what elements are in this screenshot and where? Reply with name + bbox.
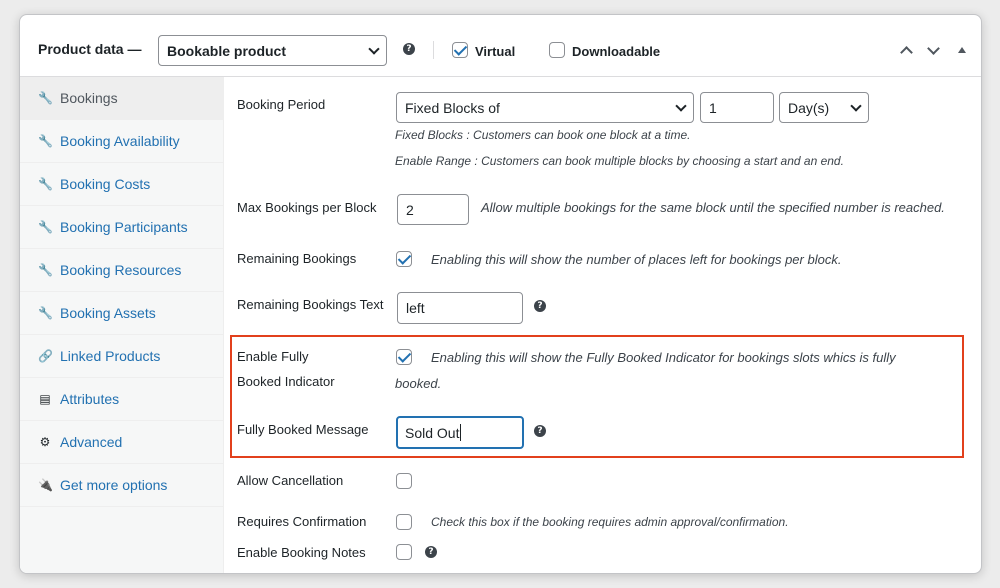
booking-period-type-value: Fixed Blocks of xyxy=(405,99,500,116)
fully-booked-indicator-desc-1: Enabling this will show the Fully Booked… xyxy=(431,350,896,365)
booking-notes-checkbox[interactable] xyxy=(396,544,412,560)
tab-label: Bookings xyxy=(60,90,118,106)
tab-booking-assets[interactable]: 🔧 Booking Assets xyxy=(20,292,224,335)
tab-linked-products[interactable]: 🔗 Linked Products xyxy=(20,335,224,378)
remaining-bookings-checkbox[interactable] xyxy=(396,251,412,267)
fully-booked-message-value: Sold Out xyxy=(405,424,460,441)
tab-label: Linked Products xyxy=(60,348,161,364)
tab-bookings[interactable]: 🔧 Bookings xyxy=(20,77,224,120)
chevron-down-icon xyxy=(850,99,862,112)
requires-confirmation-desc: Check this box if the booking requires a… xyxy=(431,515,789,529)
product-data-header: Product data — Bookable product ? Virtua… xyxy=(20,15,981,77)
booking-period-desc-1: Fixed Blocks : Customers can book one bl… xyxy=(395,128,691,142)
booking-period-type-select[interactable]: Fixed Blocks of xyxy=(396,92,694,123)
booking-period-number-value: 1 xyxy=(709,99,717,116)
fully-booked-indicator-label-2: Booked Indicator xyxy=(237,374,335,389)
booking-period-unit-select[interactable]: Day(s) xyxy=(779,92,869,123)
tab-get-more-options[interactable]: 🔌 Get more options xyxy=(20,464,224,507)
wrench-icon: 🔧 xyxy=(38,220,53,234)
tab-label: Booking Costs xyxy=(60,176,151,192)
fully-booked-indicator-desc-2: booked. xyxy=(395,376,442,391)
remaining-text-label: Remaining Bookings Text xyxy=(237,297,384,312)
plugin-icon: 🔌 xyxy=(38,478,53,492)
booking-period-desc-2: Enable Range : Customers can book multip… xyxy=(395,154,844,168)
gear-icon: ⚙ xyxy=(39,435,51,449)
text-caret xyxy=(460,424,462,441)
tab-label: Attributes xyxy=(60,391,120,407)
virtual-checkbox[interactable] xyxy=(452,42,468,58)
fully-booked-indicator-label-1: Enable Fully xyxy=(237,349,309,364)
max-bookings-value: 2 xyxy=(406,201,414,218)
remaining-bookings-desc: Enabling this will show the number of pl… xyxy=(431,252,842,267)
help-icon[interactable]: ? xyxy=(403,43,415,55)
tab-booking-availability[interactable]: 🔧 Booking Availability xyxy=(20,120,224,163)
fully-booked-message-input[interactable]: Sold Out xyxy=(396,416,524,449)
wrench-icon: 🔧 xyxy=(38,134,53,148)
allow-cancellation-checkbox[interactable] xyxy=(396,473,412,489)
requires-confirmation-label: Requires Confirmation xyxy=(237,514,367,529)
product-type-value: Bookable product xyxy=(167,42,287,59)
tab-label: Get more options xyxy=(60,477,168,493)
chevron-down-icon xyxy=(368,42,380,55)
divider xyxy=(433,41,434,59)
wrench-icon: 🔧 xyxy=(38,177,53,191)
booking-period-number-input[interactable]: 1 xyxy=(700,92,774,123)
downloadable-checkbox[interactable] xyxy=(549,42,565,58)
list-icon: ▤ xyxy=(39,392,51,406)
max-bookings-desc: Allow multiple bookings for the same blo… xyxy=(481,200,945,215)
downloadable-label: Downloadable xyxy=(572,44,661,59)
allow-cancellation-label: Allow Cancellation xyxy=(237,473,344,488)
fully-booked-indicator-checkbox[interactable] xyxy=(396,349,412,365)
remaining-bookings-label: Remaining Bookings xyxy=(237,251,357,266)
product-data-panel: Product data — Bookable product ? Virtua… xyxy=(19,14,982,574)
booking-period-label: Booking Period xyxy=(237,97,326,112)
tab-booking-participants[interactable]: 🔧 Booking Participants xyxy=(20,206,224,249)
requires-confirmation-checkbox[interactable] xyxy=(396,514,412,530)
remaining-text-value: left xyxy=(406,300,425,316)
wrench-icon: 🔧 xyxy=(38,91,53,105)
move-up-icon[interactable] xyxy=(900,46,913,59)
chevron-down-icon xyxy=(675,99,687,112)
wrench-icon: 🔧 xyxy=(38,263,53,277)
help-icon[interactable]: ? xyxy=(534,300,546,312)
wrench-icon: 🔧 xyxy=(38,306,53,320)
max-bookings-label: Max Bookings per Block xyxy=(237,200,377,215)
tab-advanced[interactable]: ⚙ Advanced xyxy=(20,421,224,464)
tab-booking-costs[interactable]: 🔧 Booking Costs xyxy=(20,163,224,206)
panel-title: Product data — xyxy=(38,41,142,57)
virtual-label: Virtual xyxy=(475,44,516,59)
help-icon[interactable]: ? xyxy=(425,546,437,558)
tab-attributes[interactable]: ▤ Attributes xyxy=(20,378,224,421)
help-icon[interactable]: ? xyxy=(534,425,546,437)
tab-booking-resources[interactable]: 🔧 Booking Resources xyxy=(20,249,224,292)
booking-period-unit-value: Day(s) xyxy=(788,99,830,116)
max-bookings-input[interactable]: 2 xyxy=(397,194,469,225)
remaining-text-input[interactable]: left xyxy=(397,292,523,324)
tab-label: Booking Availability xyxy=(60,133,180,149)
tab-label: Booking Resources xyxy=(60,262,182,278)
tab-label: Booking Participants xyxy=(60,219,188,235)
move-down-icon[interactable] xyxy=(927,42,940,55)
tab-label: Advanced xyxy=(60,434,123,450)
link-icon: 🔗 xyxy=(38,349,53,363)
fully-booked-message-label: Fully Booked Message xyxy=(237,422,369,437)
collapse-toggle-icon[interactable] xyxy=(958,47,966,53)
tab-label: Booking Assets xyxy=(60,305,156,321)
booking-notes-label: Enable Booking Notes xyxy=(237,545,366,560)
product-type-select[interactable]: Bookable product xyxy=(158,35,387,66)
product-data-tabs: 🔧 Bookings 🔧 Booking Availability 🔧 Book… xyxy=(20,77,224,573)
